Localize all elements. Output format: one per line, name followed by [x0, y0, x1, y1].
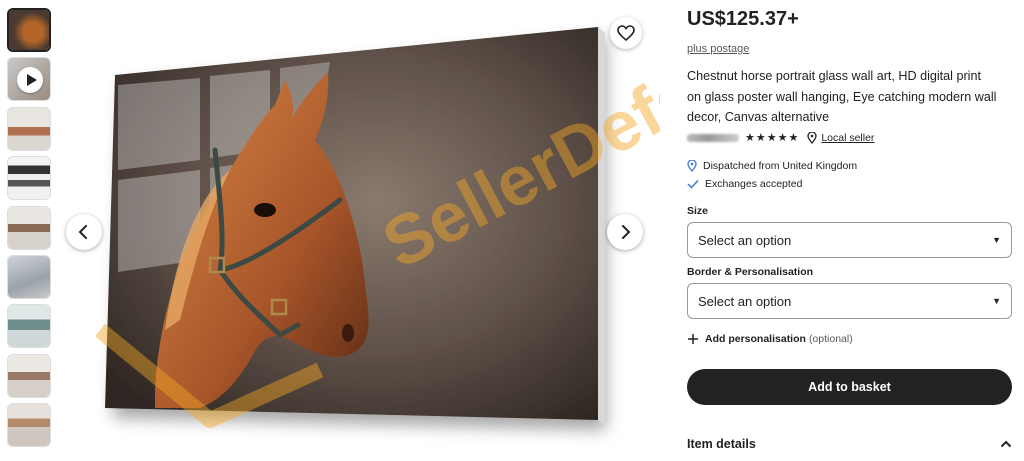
plus-icon [688, 334, 698, 344]
add-personalisation-button[interactable]: Add personalisation (optional) [687, 333, 853, 345]
checkmark-icon [687, 179, 699, 189]
thumbnail-7[interactable] [7, 304, 51, 349]
exchanges-info: Exchanges accepted [687, 178, 802, 190]
previous-image-button[interactable] [66, 214, 102, 250]
next-image-button[interactable] [607, 214, 643, 250]
location-pin-icon [807, 131, 817, 144]
thumbnail-6[interactable] [7, 254, 51, 299]
caret-down-icon: ▼ [992, 296, 1001, 306]
caret-down-icon: ▼ [992, 235, 1001, 245]
product-image: SellerDefense [94, 0, 816, 428]
thumbnail-1[interactable] [7, 8, 51, 52]
item-details-toggle[interactable]: Item details [687, 437, 1012, 451]
thumbnail-9[interactable] [7, 403, 51, 448]
thumbnail-strip [7, 8, 53, 453]
thumbnail-3[interactable] [7, 106, 51, 151]
favorite-button[interactable] [610, 17, 642, 49]
add-personalisation-label: Add personalisation [705, 333, 806, 345]
dispatch-info: Dispatched from United Kingdom [687, 160, 857, 172]
shop-name-blurred [687, 133, 739, 142]
thumbnail-8[interactable] [7, 353, 51, 398]
border-personalisation-select[interactable]: Select an option ▼ [687, 283, 1012, 319]
chevron-left-icon [78, 225, 87, 239]
thumbnail-video[interactable] [7, 57, 51, 102]
local-seller-link[interactable]: Local seller [821, 132, 874, 144]
heart-icon [617, 25, 635, 41]
rating-stars: ★★★★★ [745, 132, 800, 144]
seller-rating-row: ★★★★★ Local seller [687, 131, 874, 144]
price: US$125.37+ [687, 8, 799, 30]
thumbnail-5[interactable] [7, 205, 51, 250]
dispatch-text: Dispatched from United Kingdom [703, 160, 858, 172]
border-select-value: Select an option [698, 293, 792, 309]
size-select-value: Select an option [698, 232, 792, 248]
item-details-label: Item details [687, 437, 756, 451]
size-label: Size [687, 205, 709, 217]
main-product-image-area: SellerDefense [60, 0, 816, 461]
thumbnail-4[interactable] [7, 156, 51, 201]
exchanges-text: Exchanges accepted [705, 178, 803, 190]
border-personalisation-label: Border & Personalisation [687, 266, 814, 278]
postage-link[interactable]: plus postage [687, 43, 749, 55]
add-to-basket-button[interactable]: Add to basket [687, 369, 1012, 405]
size-select[interactable]: Select an option ▼ [687, 222, 1012, 258]
chevron-up-icon [1000, 440, 1012, 448]
chevron-right-icon [622, 225, 631, 239]
optional-label: (optional) [808, 333, 853, 345]
product-title: Chestnut horse portrait glass wall art, … [687, 69, 997, 124]
location-pin-icon [687, 160, 697, 172]
